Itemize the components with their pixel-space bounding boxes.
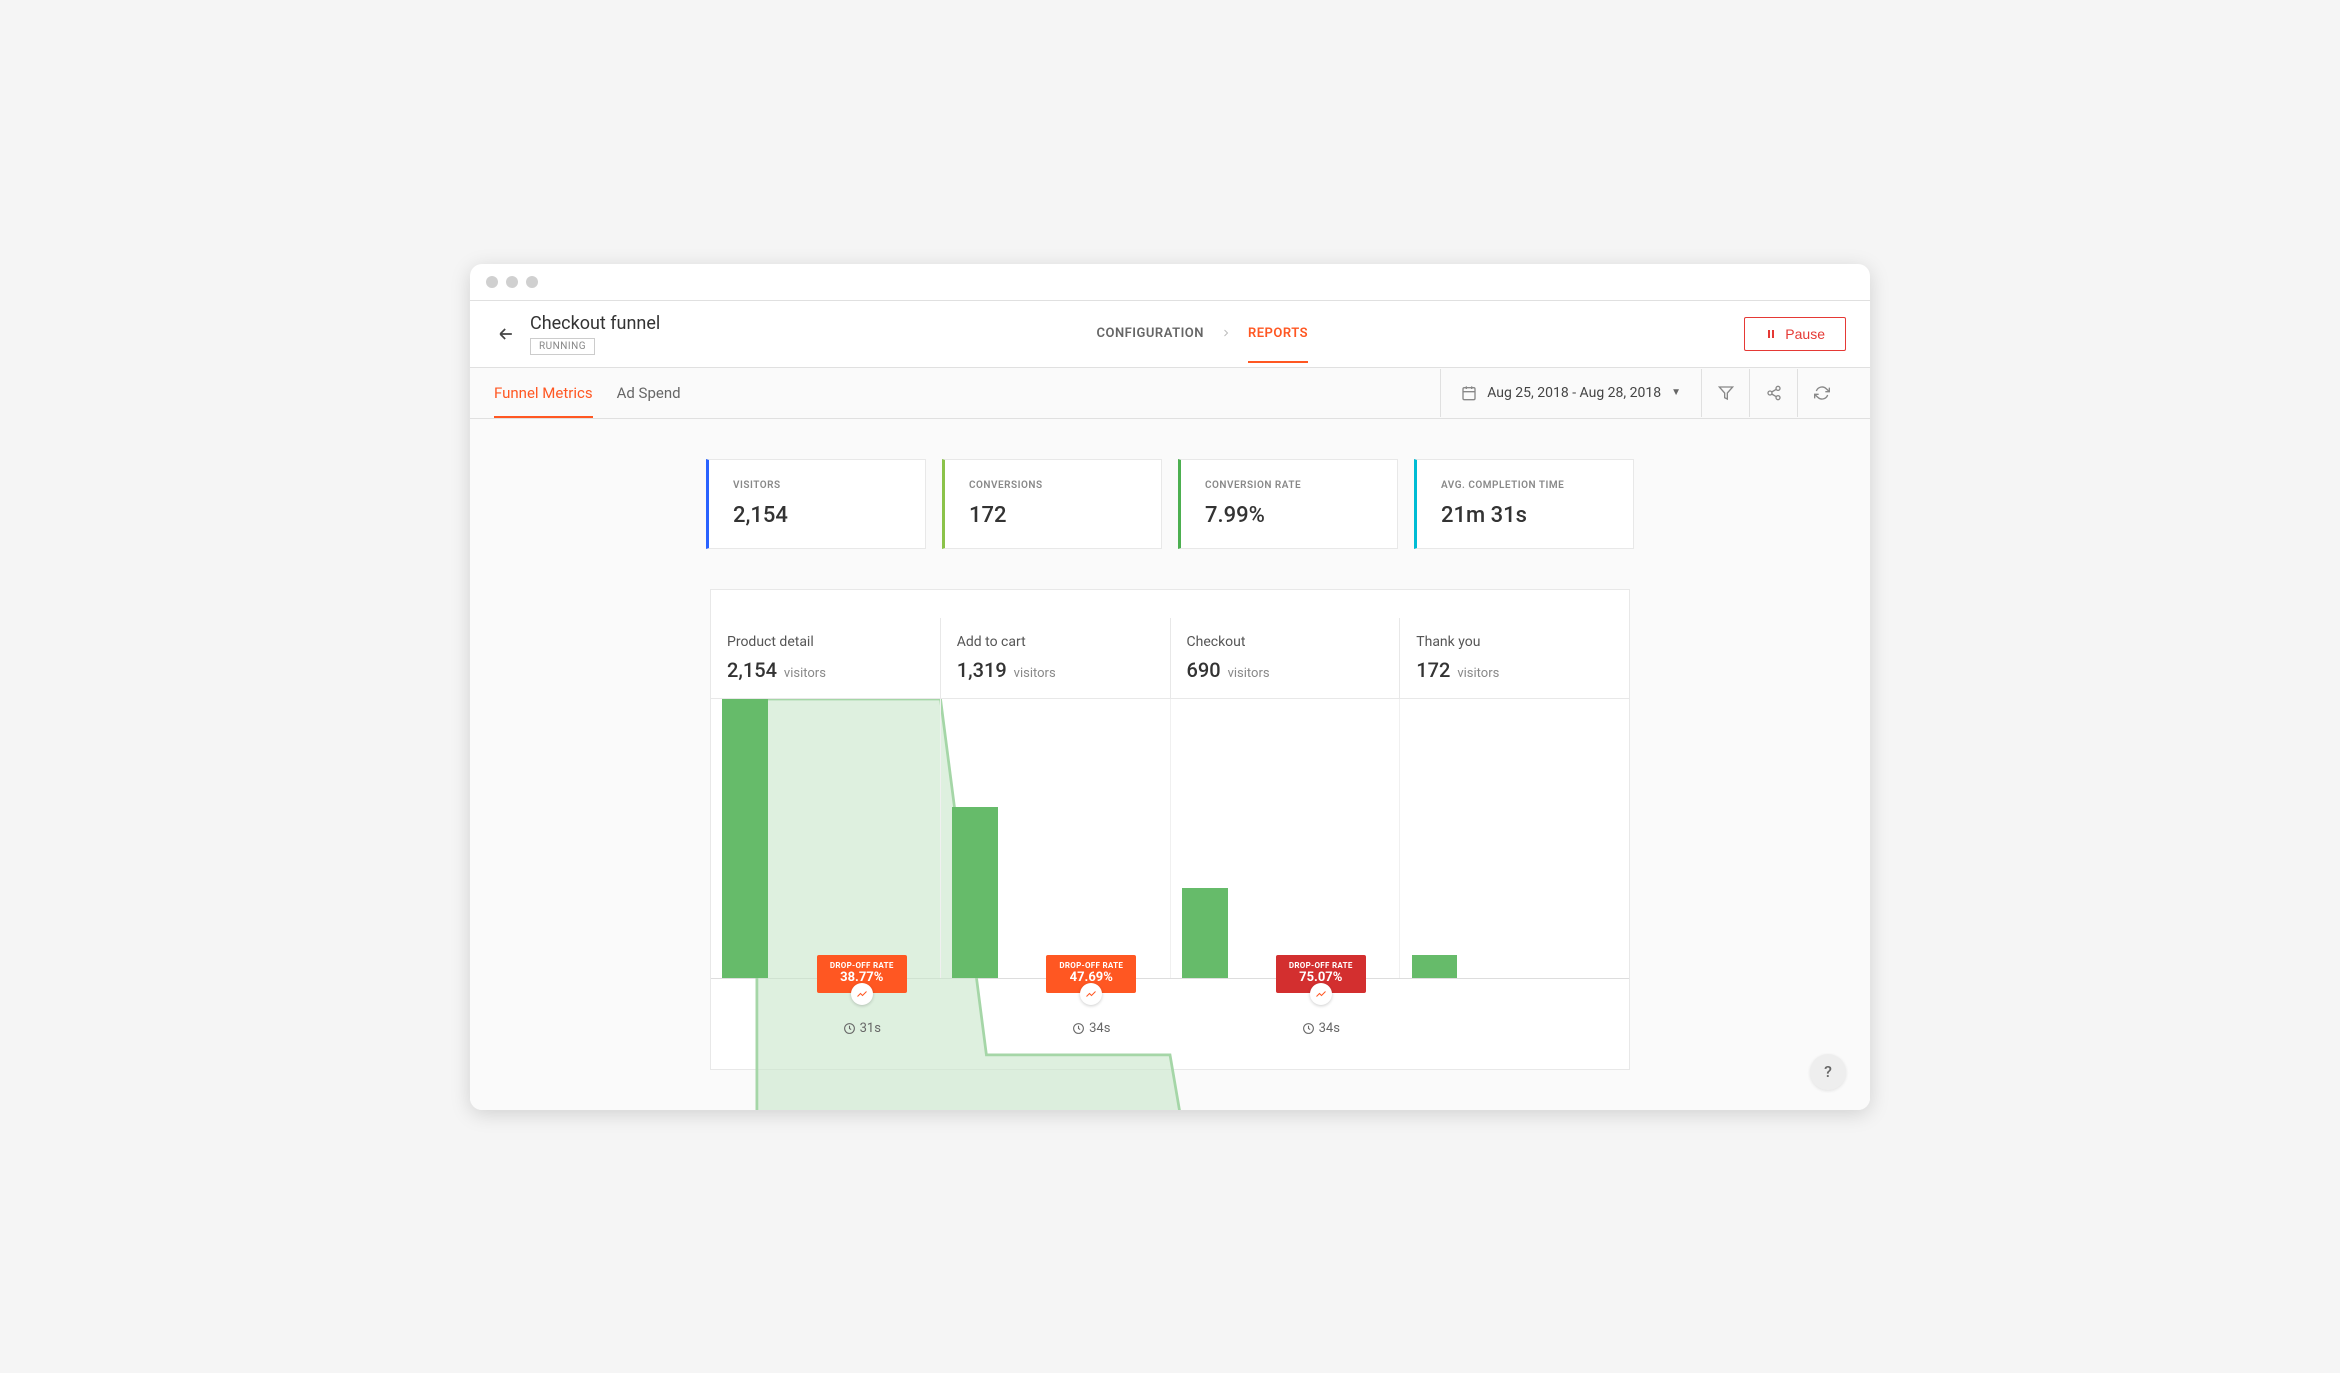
page-header: Checkout funnel RUNNING CONFIGURATION RE… <box>470 301 1870 368</box>
chevron-right-icon <box>1220 324 1232 343</box>
help-button[interactable]: ? <box>1810 1054 1846 1090</box>
funnel-step-header: Checkout 690 visitors <box>1171 618 1401 698</box>
clock-icon <box>843 1022 856 1035</box>
dropoff-badge[interactable]: DROP-OFF RATE47.69% <box>1046 955 1136 993</box>
pause-button-label: Pause <box>1785 326 1825 342</box>
back-button[interactable] <box>494 322 518 346</box>
funnel-step-count: 1,319 visitors <box>957 658 1154 682</box>
stat-label: AVG. COMPLETION TIME <box>1441 480 1609 491</box>
funnel-step-count: 690 visitors <box>1187 658 1384 682</box>
window-dot-close[interactable] <box>486 276 498 288</box>
stat-value: 7.99% <box>1205 503 1373 528</box>
dropoff-cell <box>1400 979 1630 1069</box>
title-block: Checkout funnel RUNNING <box>530 313 660 355</box>
funnel-bar <box>1412 955 1458 977</box>
funnel-bar <box>1182 888 1228 977</box>
funnel-bar-cell <box>711 699 941 978</box>
refresh-icon <box>1814 385 1830 401</box>
subheader: Funnel Metrics Ad Spend Aug 25, 2018 - A… <box>470 368 1870 419</box>
app-window: Checkout funnel RUNNING CONFIGURATION RE… <box>470 264 1870 1110</box>
tab-ad-spend[interactable]: Ad Spend <box>617 368 681 418</box>
funnel-bar <box>722 699 768 978</box>
dropoff-time: 34s <box>1276 1021 1366 1036</box>
nav-tabs: CONFIGURATION REPORTS <box>1096 318 1308 349</box>
funnel-bar <box>952 807 998 978</box>
dropoff-label: DROP-OFF RATE <box>827 961 897 970</box>
window-dot-zoom[interactable] <box>526 276 538 288</box>
funnel-step-name: Add to cart <box>957 634 1154 650</box>
window-dot-minimize[interactable] <box>506 276 518 288</box>
tab-configuration[interactable]: CONFIGURATION <box>1096 318 1203 349</box>
dropoff-cell: DROP-OFF RATE38.77%31s <box>711 979 941 1069</box>
sub-tabs: Funnel Metrics Ad Spend <box>494 368 681 418</box>
funnel-step-header: Thank you 172 visitors <box>1400 618 1629 698</box>
calendar-icon <box>1461 385 1477 401</box>
dropoff-time: 34s <box>1046 1021 1136 1036</box>
dropoff-cell: DROP-OFF RATE75.07%34s <box>1170 979 1400 1069</box>
share-icon <box>1766 385 1782 401</box>
dropoff-cell: DROP-OFF RATE47.69%34s <box>941 979 1171 1069</box>
stat-label: CONVERSIONS <box>969 480 1137 491</box>
stat-card: CONVERSIONS 172 <box>942 459 1162 549</box>
content-area: VISITORS 2,154 CONVERSIONS 172 CONVERSION RA… <box>470 419 1870 1110</box>
caret-down-icon: ▼ <box>1671 387 1681 398</box>
tab-reports[interactable]: REPORTS <box>1248 318 1308 349</box>
funnel-step-header: Add to cart 1,319 visitors <box>941 618 1171 698</box>
funnel-step-count: 172 visitors <box>1416 658 1613 682</box>
stat-card: AVG. COMPLETION TIME 21m 31s <box>1414 459 1634 549</box>
funnel-step-header: Product detail 2,154 visitors <box>711 618 941 698</box>
dropoff-badge[interactable]: DROP-OFF RATE38.77% <box>817 955 907 993</box>
clock-icon <box>1302 1022 1315 1035</box>
date-range-label: Aug 25, 2018 - Aug 28, 2018 <box>1487 385 1661 401</box>
refresh-button[interactable] <box>1798 369 1846 417</box>
share-button[interactable] <box>1750 369 1798 417</box>
titlebar <box>470 264 1870 301</box>
funnel-header-row: Product detail 2,154 visitors Add to cart 1… <box>711 618 1629 699</box>
funnel-chart-area <box>711 699 1629 979</box>
date-range-picker[interactable]: Aug 25, 2018 - Aug 28, 2018 ▼ <box>1440 369 1702 417</box>
funnel-chart-panel: Product detail 2,154 visitors Add to cart 1… <box>710 589 1630 1070</box>
status-badge: RUNNING <box>530 338 595 355</box>
trend-icon <box>1080 983 1102 1005</box>
funnel-bar-cell <box>941 699 1171 978</box>
stat-value: 172 <box>969 503 1137 528</box>
funnel-step-name: Checkout <box>1187 634 1384 650</box>
stats-row: VISITORS 2,154 CONVERSIONS 172 CONVERSION RA… <box>510 459 1830 549</box>
stat-card: CONVERSION RATE 7.99% <box>1178 459 1398 549</box>
dropoffs-row: DROP-OFF RATE38.77%31sDROP-OFF RATE47.69… <box>711 979 1629 1069</box>
stat-label: VISITORS <box>733 480 901 491</box>
dropoff-label: DROP-OFF RATE <box>1286 961 1356 970</box>
stat-value: 2,154 <box>733 503 901 528</box>
clock-icon <box>1072 1022 1085 1035</box>
stat-label: CONVERSION RATE <box>1205 480 1373 491</box>
stat-card: VISITORS 2,154 <box>706 459 926 549</box>
funnel-step-name: Product detail <box>727 634 924 650</box>
dropoff-time: 31s <box>817 1021 907 1036</box>
page-title: Checkout funnel <box>530 313 660 334</box>
funnel-step-name: Thank you <box>1416 634 1613 650</box>
toolbar: Aug 25, 2018 - Aug 28, 2018 ▼ <box>1440 369 1846 417</box>
pause-button[interactable]: Pause <box>1744 317 1846 351</box>
funnel-bars-row <box>711 699 1629 978</box>
filter-icon <box>1718 385 1734 401</box>
trend-icon <box>851 983 873 1005</box>
funnel-bar-cell <box>1171 699 1401 978</box>
stat-value: 21m 31s <box>1441 503 1609 528</box>
dropoff-badge[interactable]: DROP-OFF RATE75.07% <box>1276 955 1366 993</box>
funnel-step-count: 2,154 visitors <box>727 658 924 682</box>
tab-funnel-metrics[interactable]: Funnel Metrics <box>494 368 593 418</box>
dropoff-label: DROP-OFF RATE <box>1056 961 1126 970</box>
pause-icon <box>1765 328 1777 340</box>
funnel-bar-cell <box>1400 699 1629 978</box>
trend-icon <box>1310 983 1332 1005</box>
filter-button[interactable] <box>1702 369 1750 417</box>
